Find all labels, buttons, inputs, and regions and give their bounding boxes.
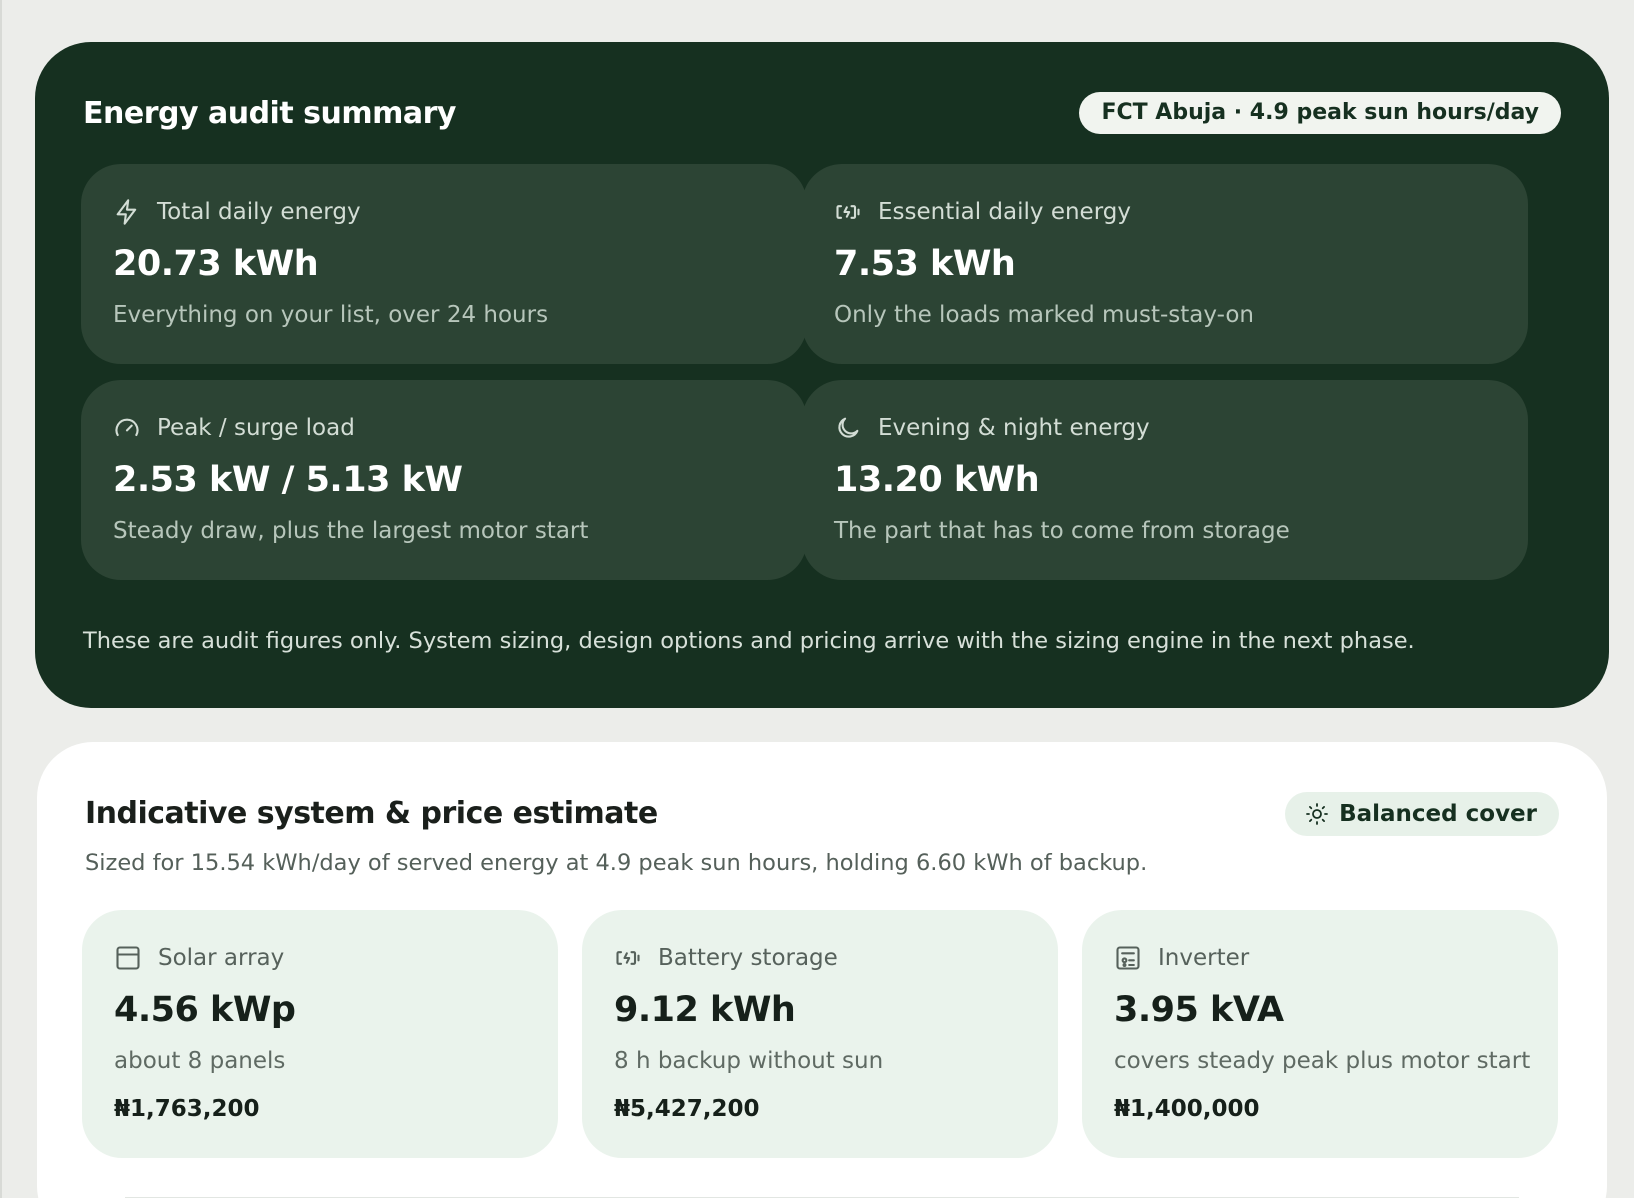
component-label: Inverter	[1158, 945, 1250, 971]
component-description: covers steady peak plus motor start	[1114, 1048, 1531, 1074]
component-price: ₦1,763,200	[114, 1096, 260, 1122]
component-label: Battery storage	[658, 945, 838, 971]
stat-description: The part that has to come from storage	[834, 518, 1290, 544]
stat-value: 13.20 kWh	[834, 460, 1040, 500]
sun-icon	[1306, 803, 1328, 825]
stat-label: Peak / surge load	[157, 415, 355, 441]
component-label: Solar array	[158, 945, 285, 971]
mode-badge: Balanced cover	[1285, 792, 1559, 836]
stat-peak-surge-load: Peak / surge load 2.53 kW / 5.13 kW Stea…	[81, 380, 807, 580]
component-description: 8 h backup without sun	[614, 1048, 884, 1074]
component-price: ₦5,427,200	[614, 1096, 760, 1122]
stat-essential-daily-energy: Essential daily energy 7.53 kWh Only the…	[802, 164, 1528, 364]
stat-description: Everything on your list, over 24 hours	[113, 302, 549, 328]
energy-audit-summary-card: Energy audit summary FCT Abuja · 4.9 pea…	[35, 42, 1609, 708]
solar-panel-icon	[116, 946, 140, 970]
stat-total-daily-energy: Total daily energy 20.73 kWh Everything …	[81, 164, 807, 364]
location-badge: FCT Abuja · 4.9 peak sun hours/day	[1079, 92, 1561, 134]
component-price: ₦1,400,000	[1114, 1096, 1260, 1122]
battery-charging-icon	[836, 205, 860, 219]
stat-value: 20.73 kWh	[113, 244, 319, 284]
summary-title: Energy audit summary	[83, 96, 456, 131]
stat-value: 2.53 kW / 5.13 kW	[113, 460, 463, 500]
lightning-icon	[116, 199, 137, 225]
estimate-title: Indicative system & price estimate	[85, 796, 658, 831]
component-value: 3.95 kVA	[1114, 990, 1284, 1030]
stat-value: 7.53 kWh	[834, 244, 1016, 284]
moon-icon	[838, 417, 859, 438]
component-battery-storage: Battery storage 9.12 kWh 8 h backup with…	[582, 910, 1058, 1158]
stat-label: Total daily energy	[157, 199, 361, 225]
component-value: 4.56 kWp	[114, 990, 296, 1030]
page: Energy audit summary FCT Abuja · 4.9 pea…	[0, 0, 1634, 1198]
summary-note: These are audit figures only. System siz…	[83, 628, 1415, 654]
stat-evening-night-energy: Evening & night energy 13.20 kWh The par…	[802, 380, 1528, 580]
stat-description: Steady draw, plus the largest motor star…	[113, 518, 589, 544]
estimate-subtitle: Sized for 15.54 kWh/day of served energy…	[85, 850, 1148, 876]
component-value: 9.12 kWh	[614, 990, 796, 1030]
inverter-icon	[1116, 946, 1140, 970]
stat-label: Evening & night energy	[878, 415, 1150, 441]
component-description: about 8 panels	[114, 1048, 286, 1074]
stat-description: Only the loads marked must-stay-on	[834, 302, 1254, 328]
stat-label: Essential daily energy	[878, 199, 1131, 225]
battery-charging-icon	[616, 951, 640, 965]
price-estimate-card: Indicative system & price estimate Balan…	[37, 742, 1607, 1198]
component-solar-array: Solar array 4.56 kWp about 8 panels ₦1,7…	[82, 910, 558, 1158]
component-inverter: Inverter 3.95 kVA covers steady peak plu…	[1082, 910, 1558, 1158]
divider	[0, 0, 2, 1198]
gauge-icon	[115, 418, 139, 437]
mode-badge-label: Balanced cover	[1339, 801, 1537, 827]
